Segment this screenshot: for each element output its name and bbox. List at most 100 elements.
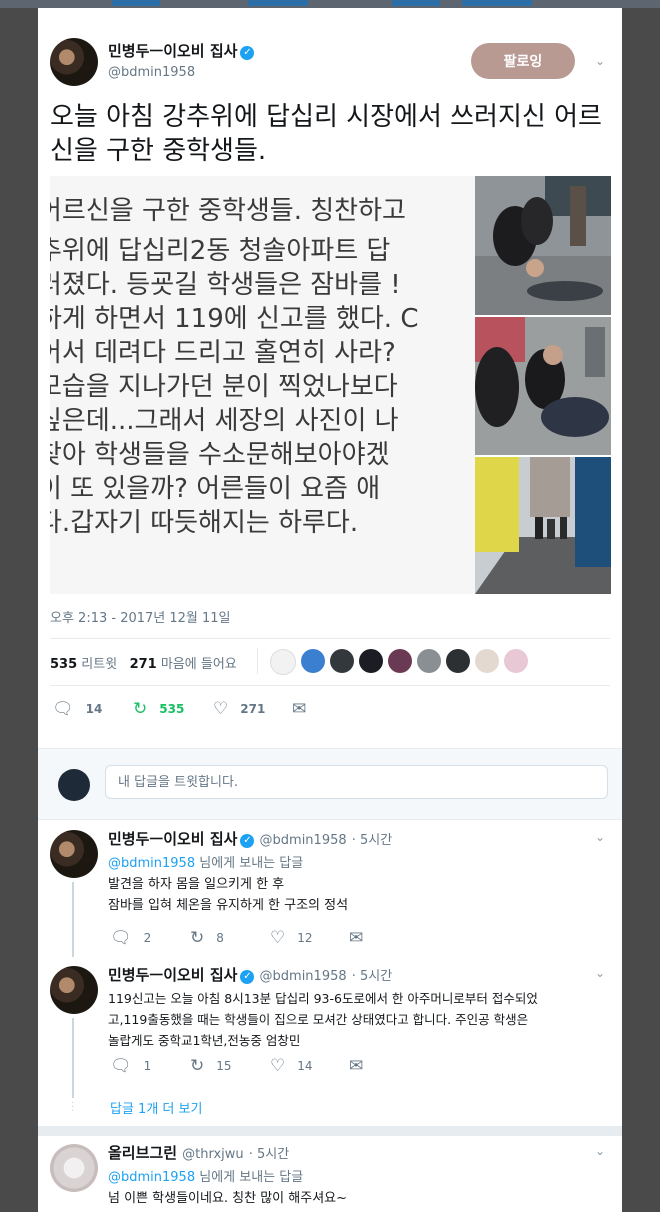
- heart-icon: ♡: [270, 928, 286, 948]
- media-text-line: 다.갑자기 따듯해지는 하루다.: [50, 508, 359, 538]
- reply-author-handle[interactable]: @bdmin1958: [260, 833, 347, 848]
- liker-avatar[interactable]: [359, 649, 383, 673]
- message-action[interactable]: ✉: [292, 699, 318, 719]
- thread-line: [72, 1018, 74, 1098]
- liker-avatars: [270, 649, 528, 675]
- media-text-line: 싶은데...그래서 세장의 사진이 나: [50, 406, 399, 436]
- reply-time[interactable]: · 5시간: [249, 1147, 289, 1162]
- reply-avatar[interactable]: [50, 1144, 98, 1192]
- author-handle[interactable]: @bdmin1958: [108, 65, 254, 80]
- author-name[interactable]: 민병두ㅡ이오비 집사: [108, 42, 237, 60]
- retweet-arrows-icon: ↻: [133, 699, 148, 719]
- show-more-replies-link[interactable]: 답글 1개 더 보기: [110, 1098, 202, 1117]
- chevron-down-icon[interactable]: ⌄: [595, 1144, 605, 1158]
- verified-badge-icon: ✓: [240, 834, 255, 848]
- retweet-action-count: 535: [159, 702, 185, 716]
- reply-input[interactable]: 내 답글을 트윗합니다.: [105, 765, 608, 799]
- reply-action[interactable]: 🗨︎ 14: [52, 699, 102, 719]
- liker-avatar[interactable]: [446, 649, 470, 673]
- media-text-line: 하게 하면서 119에 신고를 했다. C: [50, 304, 419, 334]
- liker-avatar[interactable]: [504, 649, 528, 673]
- reply-author-name[interactable]: 올리브그린: [108, 1144, 177, 1162]
- chevron-down-icon[interactable]: ⌄: [595, 54, 605, 68]
- reply-text-line: 119신고는 오늘 아침 8시13분 답십리 93-6도로에서 한 아주머니로부…: [108, 991, 538, 1006]
- reply-2: 민병두ㅡ이오비 집사 ✓ @bdmin1958 · 5시간 119신고는 오늘 아…: [108, 964, 613, 1051]
- like-action[interactable]: ♡ 14: [270, 1056, 313, 1076]
- following-button[interactable]: 팔로잉: [471, 43, 575, 79]
- reply-time[interactable]: · 5시간: [352, 833, 392, 848]
- photo-3[interactable]: [475, 457, 611, 594]
- message-action[interactable]: ✉: [349, 928, 375, 948]
- media-text-line: 모습을 지나가던 분이 찍었나보다: [50, 372, 398, 402]
- my-avatar[interactable]: [58, 769, 90, 801]
- reply-author-name[interactable]: 민병두ㅡ이오비 집사: [108, 966, 237, 984]
- retweet-action[interactable]: ↻ 15: [190, 1056, 232, 1076]
- reply-text-line: 놀랍게도 중학교1학년,전농중 엄창민: [108, 1033, 301, 1048]
- reply-to-suffix: 님에게 보내는 답글: [195, 1170, 304, 1185]
- envelope-icon: ✉: [349, 1056, 364, 1076]
- photo-2[interactable]: [475, 317, 611, 455]
- retweet-count[interactable]: 535: [50, 657, 77, 672]
- reply-action[interactable]: 🗨︎ 2: [110, 928, 151, 948]
- chevron-down-icon[interactable]: ⌄: [595, 830, 605, 844]
- reply-to-handle[interactable]: @bdmin1958: [108, 1170, 195, 1185]
- like-action[interactable]: ♡ 271: [213, 699, 265, 719]
- reply-text-line: 발견을 하자 몸을 일으키게 한 후: [108, 877, 285, 892]
- liker-avatar[interactable]: [417, 649, 441, 673]
- envelope-icon: ✉: [349, 928, 364, 948]
- liker-avatar[interactable]: [475, 649, 499, 673]
- reply-time[interactable]: · 5시간: [352, 969, 392, 984]
- reply-action[interactable]: 🗨︎ 1: [110, 1056, 151, 1076]
- chevron-down-icon[interactable]: ⌄: [595, 966, 605, 980]
- message-action[interactable]: ✉: [349, 1056, 375, 1076]
- media-text-line: 찾아 학생들을 수소문해보아야겠: [50, 440, 390, 470]
- author-avatar[interactable]: [50, 38, 98, 86]
- media-text-image[interactable]: 어르신을 구한 중학생들. 칭찬하고 추위에 답십리2동 청솔아파트 답 러졌다…: [50, 176, 475, 594]
- reply-count: 14: [85, 702, 103, 716]
- reply-text-line: 고,119출동했을 때는 학생들이 집으로 모셔간 상태였다고 합니다. 주인공…: [108, 1012, 529, 1027]
- divider: [38, 1126, 622, 1136]
- speech-bubble-icon: 🗨︎: [110, 928, 132, 948]
- media-text-line: 추위에 답십리2동 청솔아파트 답: [50, 236, 391, 266]
- like-label[interactable]: 마음에 들어요: [161, 657, 237, 672]
- reply-1: 민병두ㅡ이오비 집사 ✓ @bdmin1958 · 5시간 @bdmin1958 …: [108, 828, 608, 916]
- liker-avatar[interactable]: [270, 649, 296, 675]
- liker-avatar[interactable]: [330, 649, 354, 673]
- speech-bubble-icon: 🗨︎: [52, 699, 74, 719]
- reply-text-line: 넘 이쁜 학생들이네요. 칭찬 많이 해주셔요~: [108, 1191, 348, 1206]
- tweet-text: 오늘 아침 강추위에 답십리 시장에서 쓰러지신 어르신을 구한 중학생들.: [50, 102, 602, 166]
- reply-author-handle[interactable]: @thrxjwu: [182, 1147, 244, 1162]
- reply-3: 올리브그린 @thrxjwu · 5시간 @bdmin1958 님에게 보내는 …: [108, 1142, 613, 1209]
- tweet-timestamp[interactable]: 오후 2:13 - 2017년 12월 11일: [50, 607, 231, 626]
- like-count: 14: [297, 1059, 313, 1073]
- retweet-action[interactable]: ↻ 535: [133, 699, 184, 719]
- reply-count: 1: [143, 1059, 152, 1073]
- divider: [257, 648, 258, 674]
- like-action-count: 271: [240, 702, 266, 716]
- like-action[interactable]: ♡ 12: [270, 928, 313, 948]
- reply-avatar[interactable]: [50, 966, 98, 1014]
- retweet-action[interactable]: ↻ 8: [190, 928, 224, 948]
- heart-icon: ♡: [213, 699, 229, 719]
- retweet-count: 8: [216, 931, 224, 945]
- reply-author-handle[interactable]: @bdmin1958: [260, 969, 347, 984]
- like-count[interactable]: 271: [130, 657, 157, 672]
- divider: [50, 638, 610, 639]
- browser-top-strip: [0, 0, 660, 8]
- reply-avatar[interactable]: [50, 830, 98, 878]
- photo-1[interactable]: [475, 176, 611, 315]
- tweet-media[interactable]: 어르신을 구한 중학생들. 칭찬하고 추위에 답십리2동 청솔아파트 답 러졌다…: [50, 176, 611, 594]
- liker-avatar[interactable]: [301, 649, 325, 673]
- heart-icon: ♡: [270, 1056, 286, 1076]
- thread-line: [72, 882, 74, 957]
- reply-author-name[interactable]: 민병두ㅡ이오비 집사: [108, 830, 237, 848]
- reply-text-line: 잠바를 입혀 체온을 유지하게 한 구조의 정석: [108, 898, 349, 913]
- retweet-label[interactable]: 리트윗: [81, 657, 117, 672]
- verified-badge-icon: ✓: [240, 970, 255, 984]
- liker-avatar[interactable]: [388, 649, 412, 673]
- reply-compose: 내 답글을 트윗합니다.: [38, 748, 622, 820]
- reply-to-handle[interactable]: @bdmin1958: [108, 856, 195, 871]
- media-text-line: 이 또 있을까? 어른들이 요즘 애: [50, 474, 381, 504]
- reply-to-line: @bdmin1958 님에게 보내는 답글: [108, 1166, 613, 1185]
- tweet-stats: 535 리트윗 271 마음에 들어요: [50, 653, 237, 672]
